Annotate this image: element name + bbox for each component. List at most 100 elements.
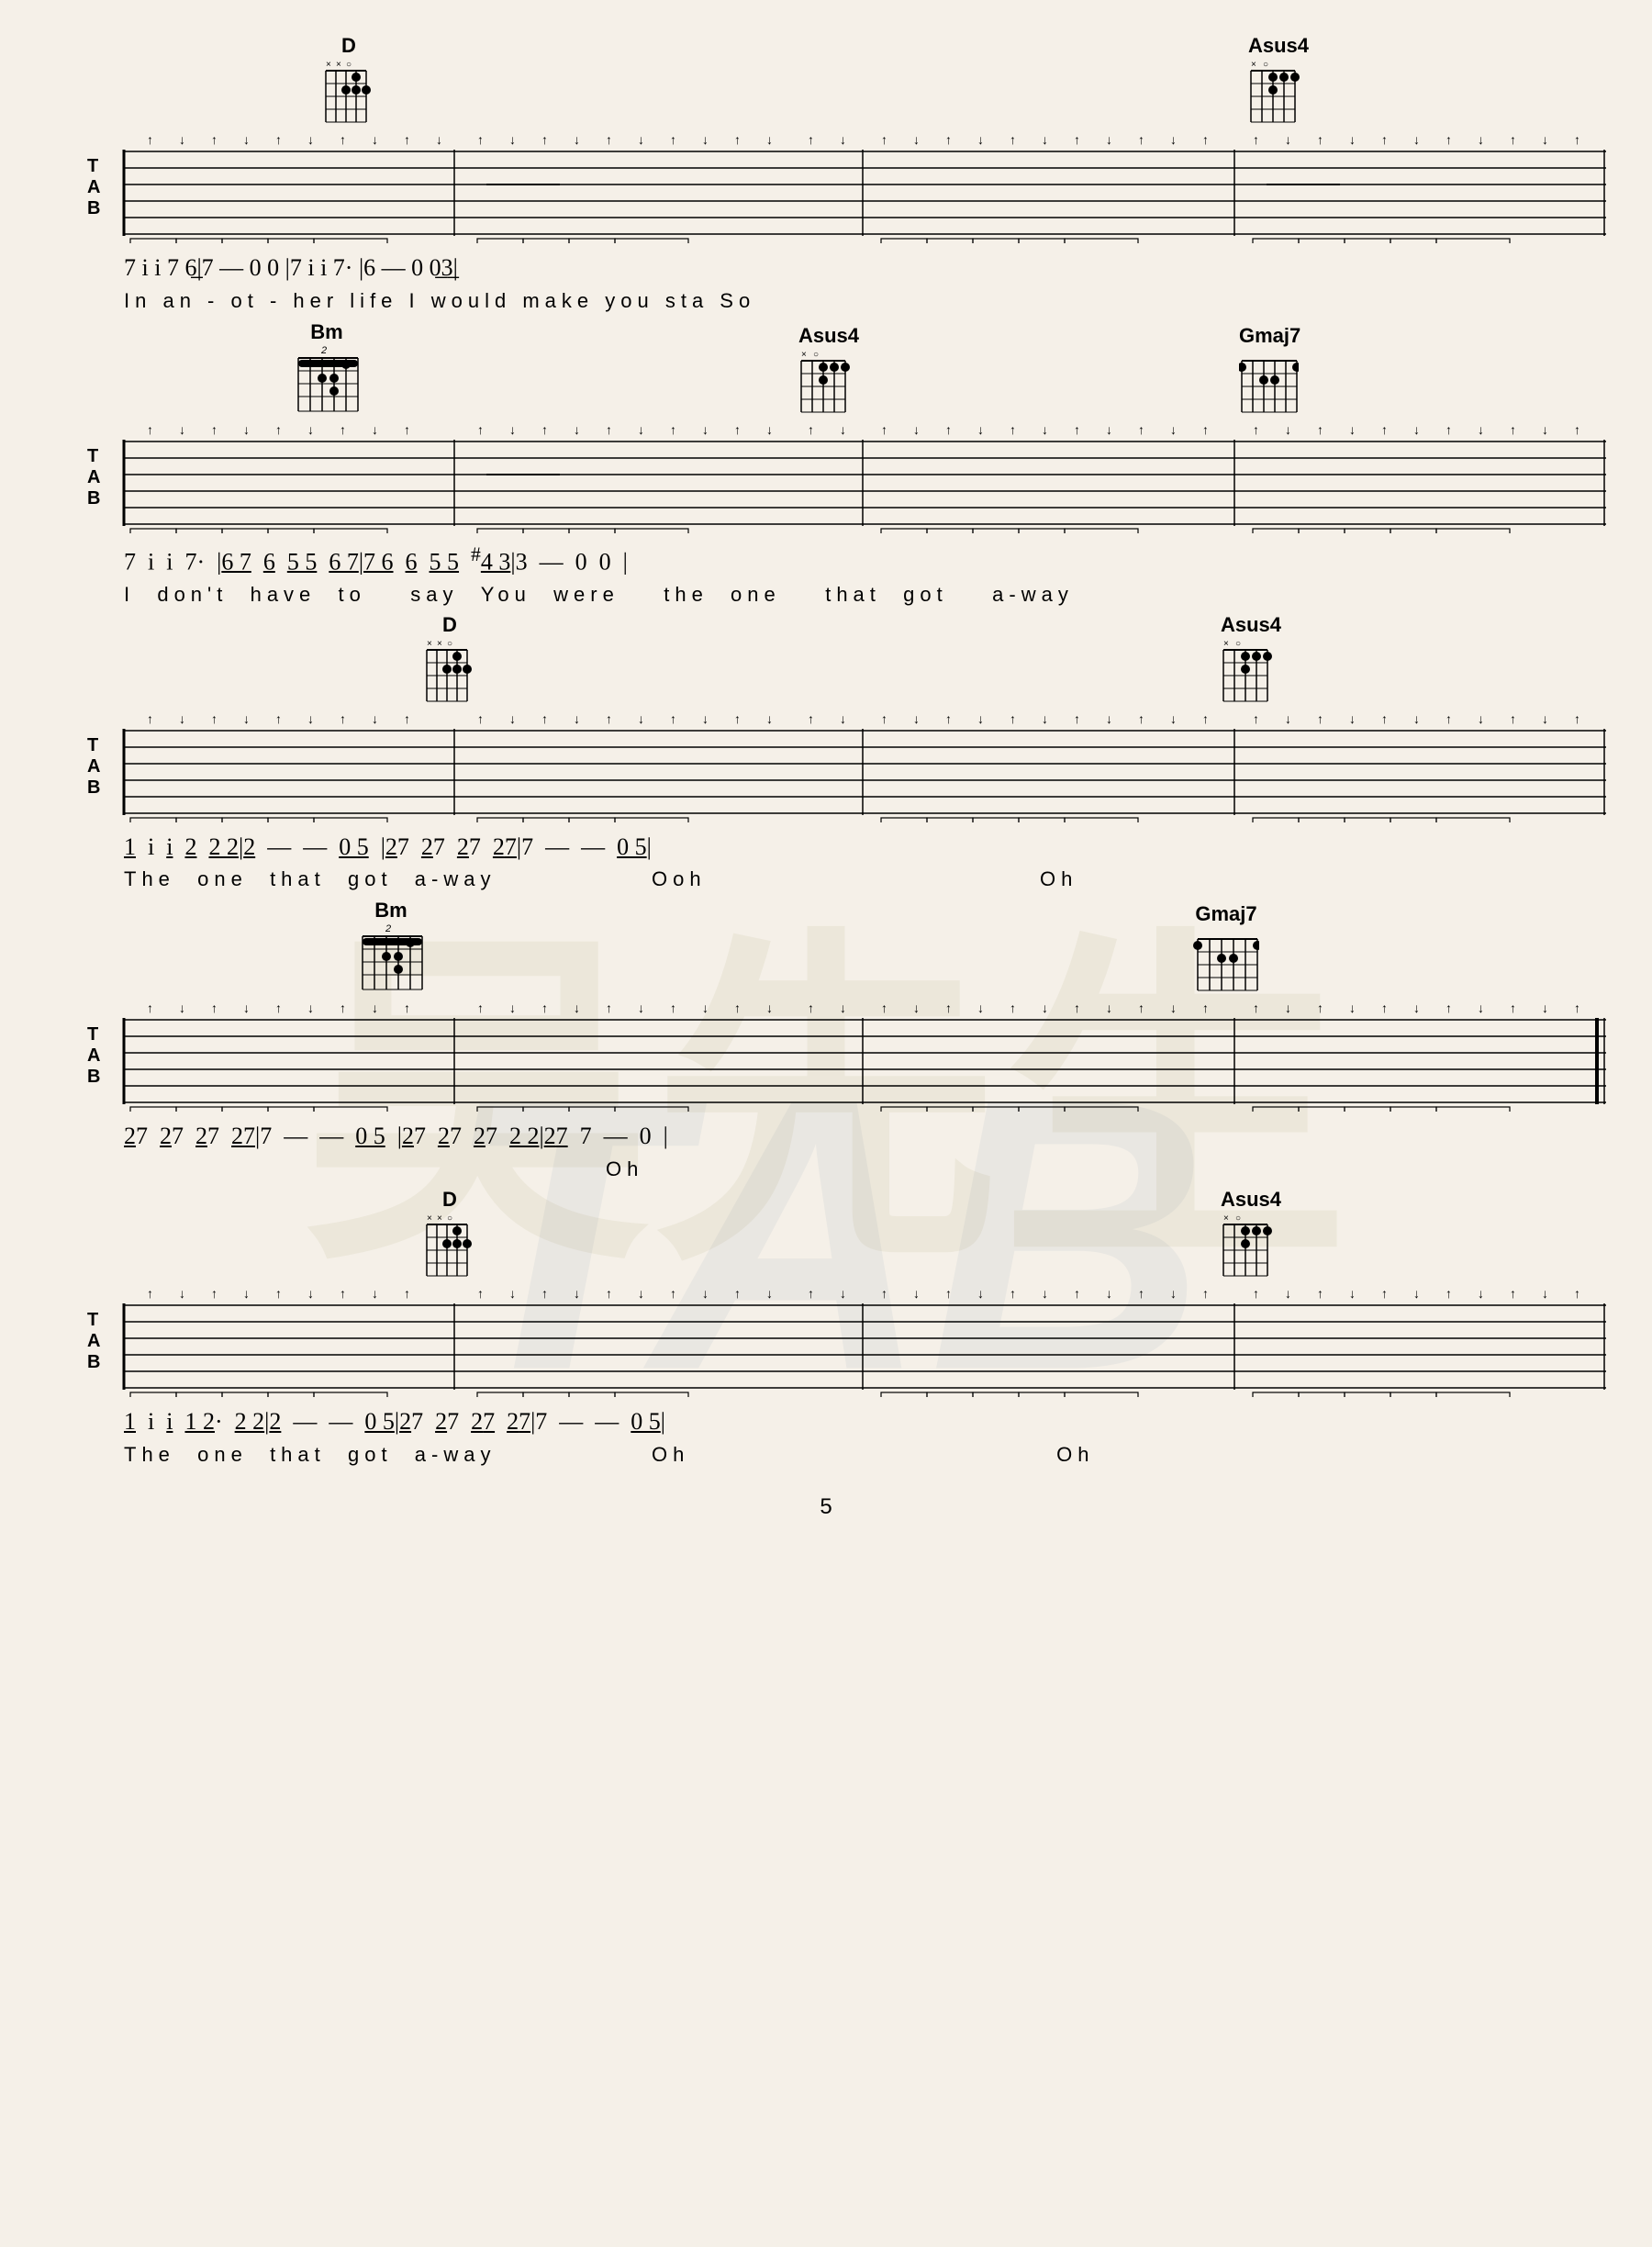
svg-text:↑: ↑: [734, 132, 741, 147]
svg-text:↑: ↑: [1574, 1001, 1580, 1015]
svg-text:↑: ↑: [1317, 711, 1323, 726]
svg-text:↑: ↑: [1138, 132, 1144, 147]
svg-text:↓: ↓: [840, 422, 846, 437]
svg-text:↓: ↓: [766, 422, 773, 437]
svg-text:↑: ↑: [404, 132, 410, 147]
svg-text:↓: ↓: [179, 1286, 185, 1301]
svg-text:↑: ↑: [1253, 132, 1259, 147]
svg-text:↓: ↓: [509, 1001, 516, 1015]
svg-text:↑: ↑: [275, 1001, 282, 1015]
svg-text:↑: ↑: [1074, 132, 1080, 147]
chord-asus4-3-name: Asus4: [1221, 613, 1281, 637]
svg-text:↑: ↑: [881, 711, 887, 726]
svg-text:↑: ↑: [211, 711, 218, 726]
section-2: Bm 2: [73, 322, 1579, 607]
svg-text:↑: ↑: [1138, 1286, 1144, 1301]
svg-text:↑: ↑: [1381, 1286, 1388, 1301]
svg-text:↑: ↑: [808, 711, 814, 726]
svg-text:×: ×: [427, 639, 432, 649]
chord-asus4-3: Asus4 × ○: [1221, 613, 1281, 703]
chord-d-2-diagram: × × ○: [422, 637, 477, 703]
svg-text:↓: ↓: [1106, 1286, 1112, 1301]
svg-text:↑: ↑: [340, 1286, 346, 1301]
svg-text:○: ○: [1235, 639, 1241, 649]
svg-text:↑: ↑: [275, 711, 282, 726]
svg-text:↑: ↑: [1074, 1286, 1080, 1301]
svg-text:↑: ↑: [1202, 1001, 1209, 1015]
chord-asus4-1: Asus4 × ○: [1248, 34, 1309, 124]
chord-d-3-diagram: × × ○: [422, 1212, 477, 1278]
svg-text:↑: ↑: [147, 711, 153, 726]
svg-text:↓: ↓: [1478, 1001, 1484, 1015]
svg-text:↑: ↑: [808, 1286, 814, 1301]
svg-text:B: B: [87, 488, 100, 509]
svg-text:↑: ↑: [1381, 422, 1388, 437]
tab-staff-2: T A B ↑ ↓ ↑ ↓ ↑ ↓ ↑ ↓ ↑ ↑ ↓ ↑ ↓: [73, 414, 1615, 533]
svg-text:↑: ↑: [477, 1286, 484, 1301]
page-number: 5: [73, 1494, 1579, 1520]
chord-bm-2-name: Bm: [358, 899, 424, 922]
svg-text:↓: ↓: [638, 1286, 644, 1301]
chord-bm-1: Bm 2: [294, 320, 360, 414]
svg-text:A: A: [87, 1045, 100, 1066]
svg-text:2: 2: [320, 345, 327, 356]
tab-staff-3: T A B ↑ ↓ ↑ ↓ ↑ ↓ ↑ ↓ ↑ ↑ ↓ ↑ ↓: [73, 703, 1615, 822]
svg-text:×: ×: [437, 1213, 442, 1224]
svg-text:↑: ↑: [1446, 1001, 1452, 1015]
chord-gmaj7-2: Gmaj7: [1193, 902, 1259, 992]
chord-bm-2: Bm 2: [358, 899, 424, 992]
notation-line-3: 1 i i 2 2 2|2 — — 0 5 |27 27 27 27|7 — —…: [73, 828, 1579, 866]
chord-d-2-name: D: [422, 613, 477, 637]
svg-text:↑: ↑: [808, 132, 814, 147]
svg-text:↑: ↑: [477, 422, 484, 437]
svg-text:↑: ↑: [945, 1001, 952, 1015]
section-4: Bm 2: [73, 900, 1579, 1181]
svg-text:A: A: [87, 756, 100, 777]
svg-text:↓: ↓: [1349, 711, 1356, 726]
svg-text:↓: ↓: [372, 711, 378, 726]
svg-text:↓: ↓: [243, 711, 250, 726]
chord-asus4-4: Asus4 × ○: [1221, 1188, 1281, 1278]
svg-text:↑: ↑: [477, 711, 484, 726]
svg-text:↓: ↓: [1542, 1286, 1548, 1301]
svg-text:↓: ↓: [1349, 422, 1356, 437]
svg-text:↓: ↓: [1285, 132, 1291, 147]
svg-text:↓: ↓: [574, 132, 580, 147]
svg-text:↓: ↓: [1478, 1286, 1484, 1301]
svg-text:↑: ↑: [1446, 422, 1452, 437]
svg-text:↑: ↑: [1510, 422, 1516, 437]
svg-text:↑: ↑: [1317, 132, 1323, 147]
svg-text:↓: ↓: [307, 422, 314, 437]
svg-text:↑: ↑: [1446, 132, 1452, 147]
svg-text:○: ○: [1263, 60, 1268, 70]
svg-text:↓: ↓: [1413, 132, 1420, 147]
page: 吴先生 TAB D × × ○: [0, 0, 1652, 2247]
svg-text:↑: ↑: [1138, 711, 1144, 726]
svg-text:↓: ↓: [1106, 422, 1112, 437]
svg-text:↑: ↑: [340, 132, 346, 147]
svg-text:↓: ↓: [702, 1286, 709, 1301]
svg-text:↓: ↓: [638, 1001, 644, 1015]
svg-text:↑: ↑: [670, 422, 676, 437]
svg-text:↓: ↓: [638, 422, 644, 437]
svg-text:↑: ↑: [1510, 1286, 1516, 1301]
chord-asus4-1-name: Asus4: [1248, 34, 1309, 58]
svg-text:↑: ↑: [541, 1286, 548, 1301]
svg-text:↓: ↓: [574, 1286, 580, 1301]
svg-text:↓: ↓: [1349, 132, 1356, 147]
svg-text:↑: ↑: [670, 132, 676, 147]
svg-text:↑: ↑: [606, 711, 612, 726]
svg-text:↑: ↑: [340, 1001, 346, 1015]
svg-text:↓: ↓: [179, 711, 185, 726]
svg-text:↓: ↓: [1042, 422, 1048, 437]
svg-text:×: ×: [427, 1213, 432, 1224]
svg-text:↓: ↓: [840, 1001, 846, 1015]
svg-text:↑: ↑: [1010, 422, 1016, 437]
svg-text:↓: ↓: [1478, 711, 1484, 726]
svg-text:↓: ↓: [436, 132, 442, 147]
svg-text:T: T: [87, 446, 98, 466]
svg-text:↑: ↑: [1074, 1001, 1080, 1015]
svg-text:↓: ↓: [702, 422, 709, 437]
svg-text:↓: ↓: [509, 422, 516, 437]
svg-text:↑: ↑: [1574, 132, 1580, 147]
